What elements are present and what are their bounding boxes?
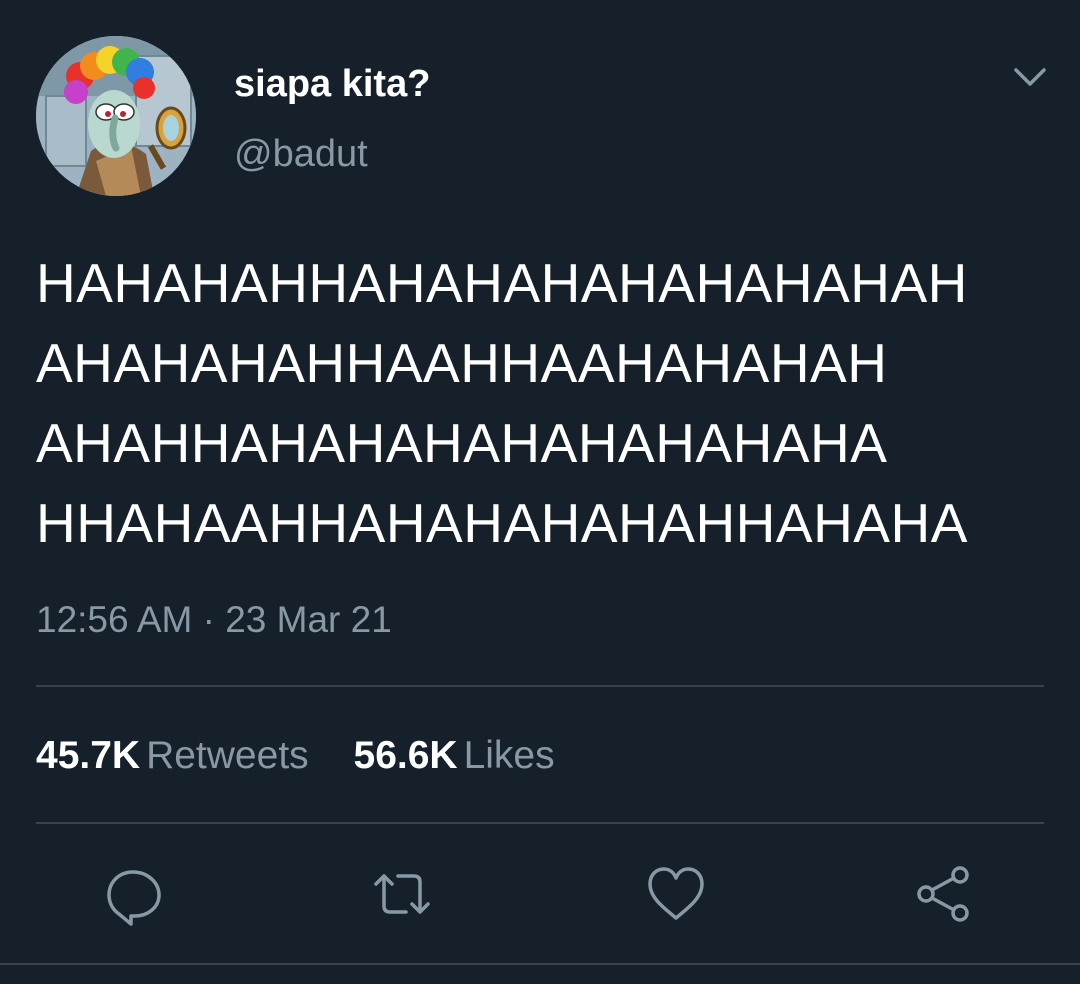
- tweet-detail: siapa kita? @badut HAHAHAHHAHAHAHAHAHAHA…: [0, 0, 1080, 984]
- retweets-stat[interactable]: 45.7K Retweets: [36, 734, 309, 778]
- display-name[interactable]: siapa kita?: [234, 62, 430, 106]
- retweets-label: Retweets: [146, 734, 309, 777]
- tweet-text-line: HHAHAAHHAHAHAHAHAHHAHAHA: [36, 492, 968, 554]
- tweet-text-line: AHAHAHAHHAAHHAAHAHAHAH: [36, 332, 888, 394]
- squidward-clown-avatar-icon: [36, 36, 196, 196]
- divider: [36, 822, 1044, 824]
- tweet-stats: 45.7K Retweets 56.6K Likes: [36, 734, 589, 778]
- likes-stat[interactable]: 56.6K Likes: [354, 734, 555, 778]
- likes-count: 56.6K: [353, 734, 458, 777]
- divider: [36, 685, 1044, 687]
- share-button[interactable]: [912, 862, 976, 926]
- share-icon: [917, 866, 969, 922]
- heart-icon: [648, 867, 704, 920]
- like-button[interactable]: [644, 862, 708, 926]
- likes-label: Likes: [463, 734, 555, 777]
- chevron-down-icon: [1014, 68, 1046, 86]
- retweet-icon: [374, 874, 430, 914]
- avatar[interactable]: [36, 36, 196, 196]
- more-options-button[interactable]: [1006, 58, 1054, 98]
- reply-button[interactable]: [103, 862, 167, 926]
- tweet-text-line: HAHAHAHHAHAHAHAHAHAHAHAH: [36, 252, 968, 314]
- tweet-timestamp[interactable]: 12:56 AM · 23 Mar 21: [36, 598, 392, 642]
- retweets-count: 45.7K: [36, 734, 141, 777]
- user-handle[interactable]: @badut: [234, 132, 368, 176]
- reply-icon: [107, 870, 161, 926]
- tweet-text: HAHAHAHHAHAHAHAHAHAHAHAH AHAHAHAHHAAHHAA…: [36, 243, 1056, 563]
- retweet-button[interactable]: [370, 862, 434, 926]
- divider: [0, 963, 1080, 965]
- tweet-text-line: AHAHHAHAHAHAHAHAHAHAHA: [36, 412, 888, 474]
